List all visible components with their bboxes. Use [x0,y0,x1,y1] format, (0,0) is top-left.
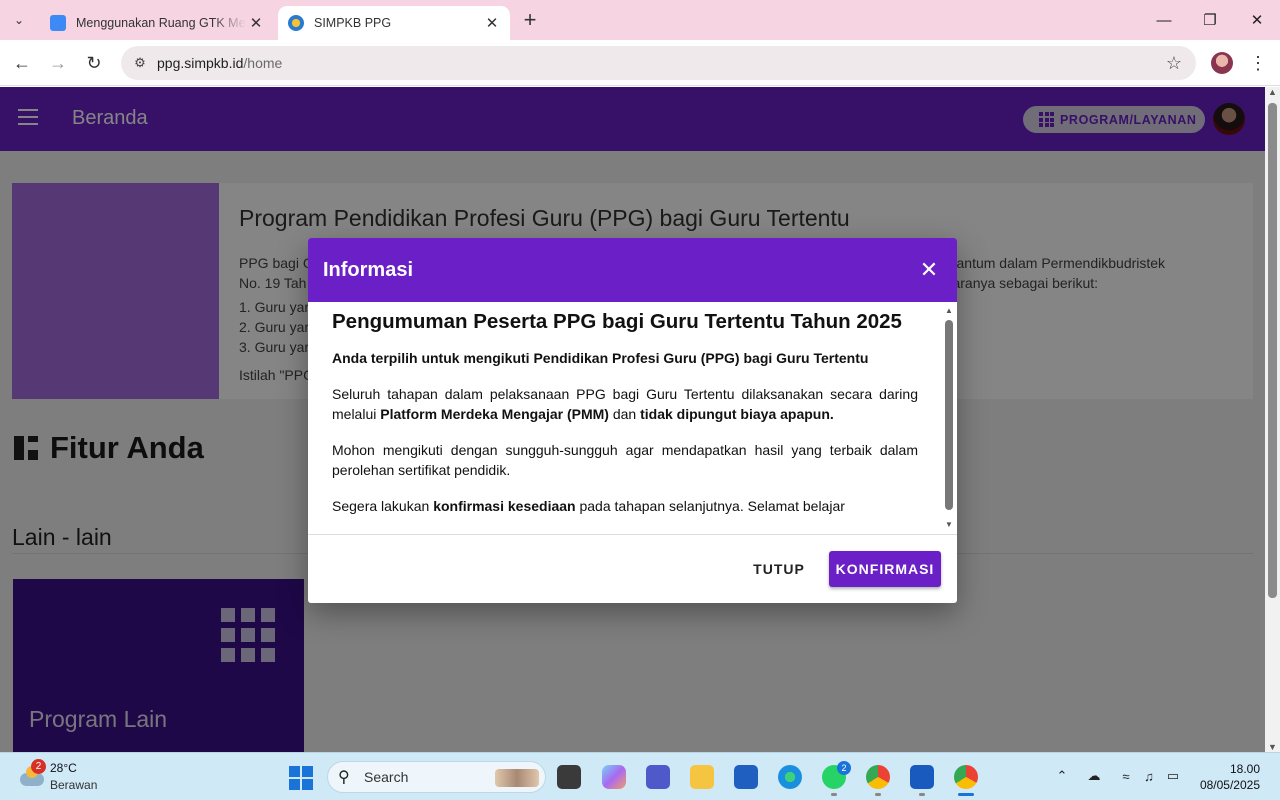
kemdikbud-favicon-icon [288,15,304,31]
pmm-emphasis: Platform Merdeka Mengajar (PMM) [380,406,609,422]
dialog-body: Pengumuman Peserta PPG bagi Guru Tertent… [308,302,957,534]
microsoft-store-icon[interactable] [734,765,758,789]
bookmark-star-icon[interactable]: ☆ [1166,53,1182,74]
dialog-header: Informasi ✕ [308,238,957,302]
taskbar-search[interactable]: ⚲ Search [327,761,546,793]
browser-tab-strip: ⌄ Menggunakan Ruang GTK Mela ✕ SIMPKB PP… [0,0,1280,40]
minimize-icon[interactable]: — [1149,8,1179,32]
restore-icon[interactable]: ❐ [1195,8,1225,32]
edge-icon[interactable] [778,765,802,789]
announcement-subheading: Anda terpilih untuk mengikuti Pendidikan… [332,350,869,366]
copilot-icon[interactable] [602,765,626,789]
docs-favicon-icon [50,15,66,31]
browser-profile-avatar[interactable] [1211,52,1233,74]
windows-taskbar: 2 28°C Berawan ⚲ Search 2 ⌃ ☁ ≈ ♫ ▭ 18.0… [0,752,1280,800]
dialog-content: Pengumuman Peserta PPG bagi Guru Tertent… [332,310,918,532]
tab-search-chevron-icon[interactable]: ⌄ [6,8,32,32]
page-scrollbar[interactable]: ▲ ▼ [1265,87,1280,752]
wifi-icon[interactable]: ≈ [1117,767,1135,785]
close-icon[interactable]: ✕ [918,257,940,282]
onedrive-icon[interactable]: ☁ [1085,767,1103,785]
site-settings-icon[interactable]: ⚙ [130,55,150,71]
weather-badge: 2 [31,759,46,774]
announcement-paragraph: Seluruh tahapan dalam pelaksanaan PPG ba… [332,384,918,424]
browser-toolbar: ← → ↻ ⚙ ppg.simpkb.id/home ☆ ⋮ [0,40,1280,86]
scrollbar-thumb[interactable] [1268,103,1277,598]
reload-icon[interactable]: ↻ [82,51,106,75]
teams-icon[interactable] [646,765,670,789]
running-indicator [875,793,881,796]
new-tab-plus-icon[interactable]: + [518,7,542,32]
search-label: Search [364,769,409,785]
scroll-up-arrow-icon[interactable]: ▲ [944,306,954,316]
forward-arrow-icon[interactable]: → [46,51,70,75]
close-tab-icon[interactable]: ✕ [246,13,266,33]
windows-start-icon[interactable] [289,766,313,790]
search-highlight-image [495,769,539,787]
tab-ruang-gtk[interactable]: Menggunakan Ruang GTK Mela ✕ [40,6,274,40]
clock-date[interactable]: 08/05/2025 [1200,778,1260,792]
browser-menu-icon[interactable]: ⋮ [1248,51,1268,75]
tab-title: SIMPKB PPG [314,16,392,30]
url-path: /home [243,55,283,71]
clock-time[interactable]: 18.00 [1230,762,1260,776]
volume-icon[interactable]: ♫ [1140,767,1158,785]
battery-icon[interactable]: ▭ [1164,767,1182,785]
dialog-scrollbar[interactable]: ▲ ▼ [944,306,954,530]
running-indicator [831,793,837,796]
whatsapp-badge: 2 [837,761,851,775]
dialog-title: Informasi [323,259,414,281]
weather-condition: Berawan [50,778,98,792]
konfirmasi-emphasis: konfirmasi kesediaan [433,498,576,514]
close-tab-icon[interactable]: ✕ [482,13,502,33]
scroll-down-arrow-icon[interactable]: ▼ [944,520,954,530]
tab-simpkb-ppg[interactable]: SIMPKB PPG ✕ [278,6,510,40]
text: pada tahapan selanjutnya. Selamat belaja… [575,498,845,514]
chrome-icon[interactable] [866,765,890,789]
announcement-paragraph: Segera lakukan konfirmasi kesediaan pada… [332,496,918,516]
tutup-button[interactable]: TUTUP [745,551,813,587]
informasi-dialog: Informasi ✕ Pengumuman Peserta PPG bagi … [308,238,957,603]
word-icon[interactable] [910,765,934,789]
divider [308,534,957,535]
active-indicator [958,793,974,796]
weather-temperature: 28°C [50,761,77,775]
search-icon: ⚲ [338,769,350,786]
free-emphasis: tidak dipungut biaya apapun. [640,406,834,422]
announcement-heading: Pengumuman Peserta PPG bagi Guru Tertent… [332,310,902,333]
scroll-up-arrow-icon[interactable]: ▲ [1267,87,1278,97]
text: dan [608,406,641,422]
dialog-scrollbar-thumb[interactable] [945,320,953,510]
back-arrow-icon[interactable]: ← [10,51,34,75]
scroll-down-arrow-icon[interactable]: ▼ [1267,742,1278,752]
running-indicator [919,793,925,796]
close-window-icon[interactable]: ✕ [1242,8,1272,32]
url-host: ppg.simpkb.id [157,55,244,71]
task-view-icon[interactable] [557,765,581,789]
file-explorer-icon[interactable] [690,765,714,789]
announcement-paragraph: Mohon mengikuti dengan sungguh-sungguh a… [332,442,918,478]
address-bar[interactable]: ⚙ ppg.simpkb.id/home ☆ [121,46,1196,80]
chrome-profile-icon[interactable] [954,765,978,789]
konfirmasi-button[interactable]: KONFIRMASI [829,551,941,587]
text: Segera lakukan [332,498,434,514]
tab-title: Menggunakan Ruang GTK Mela [76,16,246,30]
chevron-up-icon[interactable]: ⌃ [1053,767,1071,785]
